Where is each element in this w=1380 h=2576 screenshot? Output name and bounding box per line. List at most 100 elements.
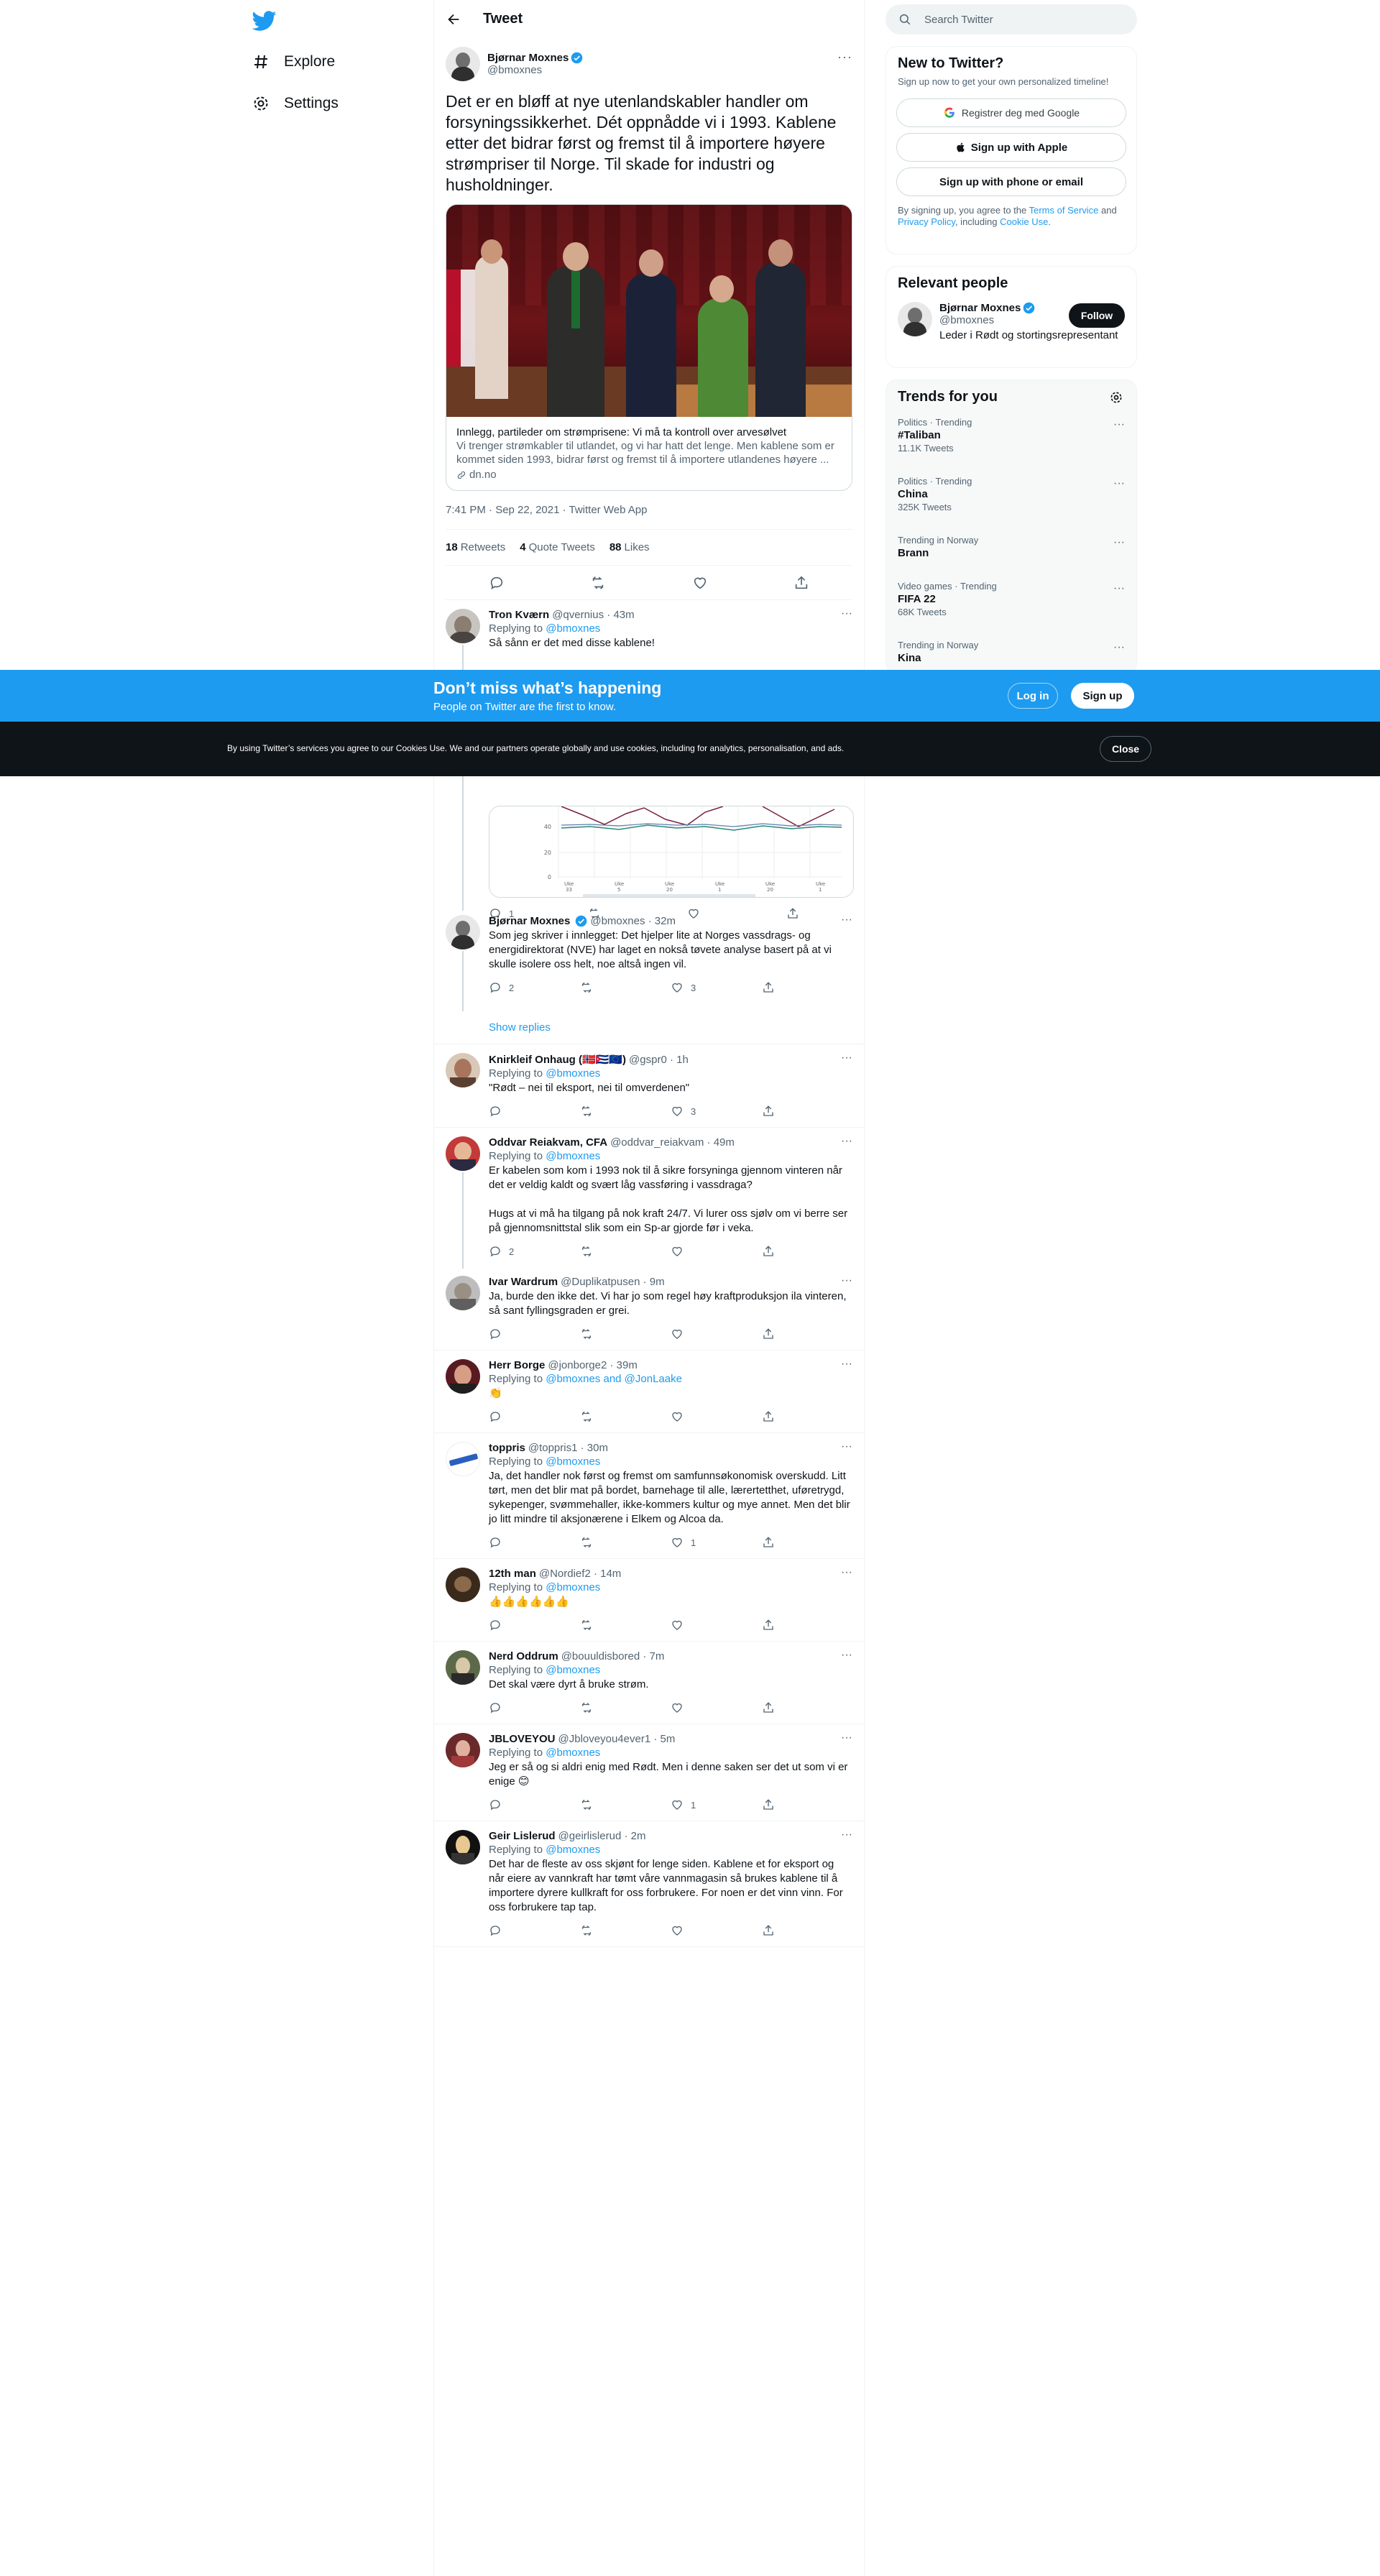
like-icon[interactable] (692, 575, 708, 591)
like-button[interactable] (671, 1701, 762, 1714)
reply-button[interactable] (489, 1328, 580, 1340)
apple-signup-button[interactable]: Sign up with Apple (896, 133, 1126, 162)
avatar[interactable] (446, 915, 480, 949)
more-options-icon[interactable]: ··· (841, 1274, 852, 1287)
like-button[interactable] (671, 1328, 762, 1340)
share-button[interactable] (762, 1410, 853, 1423)
avatar[interactable] (446, 1359, 480, 1394)
retweet-button[interactable] (580, 1619, 671, 1632)
search-box[interactable]: Search Twitter (886, 4, 1137, 34)
replying-to-mention[interactable]: @bmoxnes (546, 1747, 600, 1759)
reply-tweet[interactable]: toppris @toppris1 · 30m ··· Replying to @… (434, 1433, 864, 1559)
reply-tweet[interactable]: Oddvar Reiakvam, CFA @oddvar_reiakvam · 4… (434, 1128, 864, 1269)
like-button[interactable] (671, 1619, 762, 1632)
reply-tweet[interactable]: Knirkleif Onhaug (🇳🇴🇨🇺🇪🇺) @gspr0 · 1h ···… (434, 1044, 864, 1128)
reply-author-name[interactable]: 12th man (489, 1568, 536, 1580)
retweet-button[interactable] (580, 981, 671, 994)
reply-tweet[interactable]: Bjørnar Moxnes @bmoxnes · 32m ··· Som je… (434, 906, 864, 1011)
share-button[interactable] (762, 1536, 853, 1549)
more-options-icon[interactable]: ··· (1113, 418, 1125, 431)
phone-email-signup-button[interactable]: Sign up with phone or email (896, 167, 1126, 196)
quote-tweets-stat[interactable]: 4 Quote Tweets (520, 541, 595, 553)
avatar[interactable] (446, 1733, 480, 1767)
reply-author-name[interactable]: Oddvar Reiakvam, CFA (489, 1136, 607, 1149)
more-options-icon[interactable]: ··· (841, 1828, 852, 1841)
avatar[interactable] (446, 1442, 480, 1476)
reply-button[interactable] (489, 1798, 580, 1811)
trend-item[interactable]: Video games · Trending FIFA 22 68K Tweet… (886, 574, 1136, 632)
reply-author-name[interactable]: Geir Lislerud (489, 1830, 556, 1842)
more-options-icon[interactable]: ··· (837, 50, 852, 65)
reply-author-name[interactable]: Herr Borge (489, 1359, 545, 1371)
retweet-button[interactable] (580, 1245, 671, 1258)
back-arrow-icon[interactable] (446, 12, 461, 27)
cookie-close-button[interactable]: Close (1100, 736, 1151, 762)
retweet-icon[interactable] (590, 575, 606, 591)
retweet-button[interactable] (580, 1105, 671, 1118)
nav-settings[interactable]: Settings (251, 86, 339, 121)
avatar[interactable] (446, 1276, 480, 1310)
author-name[interactable]: Bjørnar Moxnes (487, 52, 569, 64)
reply-button[interactable]: 2 (489, 1245, 580, 1258)
terms-of-service-link[interactable]: Terms of Service (1029, 205, 1099, 216)
reply-tweet[interactable]: 12th man @Nordief2 · 14m ··· Replying to … (434, 1559, 864, 1642)
more-options-icon[interactable]: ··· (841, 1358, 852, 1371)
share-icon[interactable] (794, 575, 809, 591)
reply-button[interactable] (489, 1536, 580, 1549)
follow-button[interactable]: Follow (1069, 303, 1125, 328)
retweets-stat[interactable]: 18 Retweets (446, 541, 505, 553)
more-options-icon[interactable]: ··· (1113, 641, 1125, 654)
avatar[interactable] (446, 47, 480, 81)
avatar[interactable] (446, 1650, 480, 1685)
reply-author-handle[interactable]: @bmoxnes · 32m (590, 915, 676, 927)
twitter-logo-icon[interactable] (252, 9, 277, 33)
like-button[interactable] (671, 1245, 762, 1258)
reply-tweet[interactable]: Ivar Wardrum @Duplikatpusen · 9m ··· Ja, … (434, 1267, 864, 1351)
reply-tweet[interactable]: Herr Borge @jonborge2 · 39m ··· Replying … (434, 1351, 864, 1433)
reply-author-name[interactable]: Knirkleif Onhaug (🇳🇴🇨🇺🇪🇺) (489, 1053, 626, 1066)
replying-to-mention[interactable]: @bmoxnes (546, 1844, 600, 1856)
search-input[interactable]: Search Twitter (924, 14, 993, 26)
cookie-use-link[interactable]: Cookie Use (1000, 216, 1048, 227)
avatar[interactable] (446, 1568, 480, 1602)
reply-author-handle[interactable]: @gspr0 · 1h (629, 1054, 689, 1066)
reply-author-name[interactable]: JBLOVEYOU (489, 1733, 556, 1745)
share-button[interactable] (762, 1924, 853, 1937)
more-options-icon[interactable]: ··· (841, 1649, 852, 1662)
reply-tweet[interactable]: JBLOVEYOU @Jbloveyou4ever1 · 5m ··· Reply… (434, 1724, 864, 1821)
avatar[interactable] (446, 1136, 480, 1171)
replying-to-mention[interactable]: @bmoxnes and @JonLaake (546, 1373, 682, 1385)
more-options-icon[interactable]: ··· (841, 607, 852, 620)
avatar[interactable] (446, 1053, 480, 1087)
like-button[interactable]: 1 (671, 1536, 762, 1549)
like-button[interactable]: 1 (671, 1798, 762, 1811)
link-card[interactable]: Innlegg, partileder om strømprisene: Vi … (446, 204, 852, 491)
more-options-icon[interactable]: ··· (1113, 536, 1125, 549)
person-name[interactable]: Bjørnar Moxnes (939, 302, 1021, 314)
avatar[interactable] (446, 1830, 480, 1864)
reply-author-name[interactable]: Nerd Oddrum (489, 1650, 558, 1662)
reply-tweet[interactable]: Geir Lislerud @geirlislerud · 2m ··· Repl… (434, 1821, 864, 1947)
share-button[interactable] (762, 1701, 853, 1714)
trend-item[interactable]: Politics · Trending China 325K Tweets ··… (886, 469, 1136, 528)
reply-author-name[interactable]: Ivar Wardrum (489, 1276, 558, 1288)
retweet-button[interactable] (580, 1798, 671, 1811)
more-options-icon[interactable]: ··· (841, 914, 852, 926)
retweet-button[interactable] (580, 1328, 671, 1340)
trend-item[interactable]: Politics · Trending #Taliban 11.1K Tweet… (886, 410, 1136, 469)
like-button[interactable] (671, 1924, 762, 1937)
like-button[interactable] (671, 1410, 762, 1423)
reply-icon[interactable] (489, 575, 505, 591)
retweet-button[interactable] (580, 1924, 671, 1937)
replying-to-mention[interactable]: @bmoxnes (546, 1664, 600, 1676)
avatar[interactable] (898, 302, 932, 336)
reply-author-handle[interactable]: @qvernius · 43m (552, 609, 634, 621)
reply-author-name[interactable]: Bjørnar Moxnes (489, 915, 570, 927)
share-button[interactable] (762, 1105, 853, 1118)
show-replies-link[interactable]: Show replies (434, 1011, 864, 1044)
reply-author-handle[interactable]: @jonborge2 · 39m (548, 1359, 637, 1371)
reply-author-handle[interactable]: @Nordief2 · 14m (539, 1568, 621, 1580)
trend-item[interactable]: Trending in Norway Kina ··· (886, 632, 1136, 668)
reply-author-handle[interactable]: @Jbloveyou4ever1 · 5m (558, 1733, 676, 1745)
share-button[interactable] (762, 981, 853, 994)
